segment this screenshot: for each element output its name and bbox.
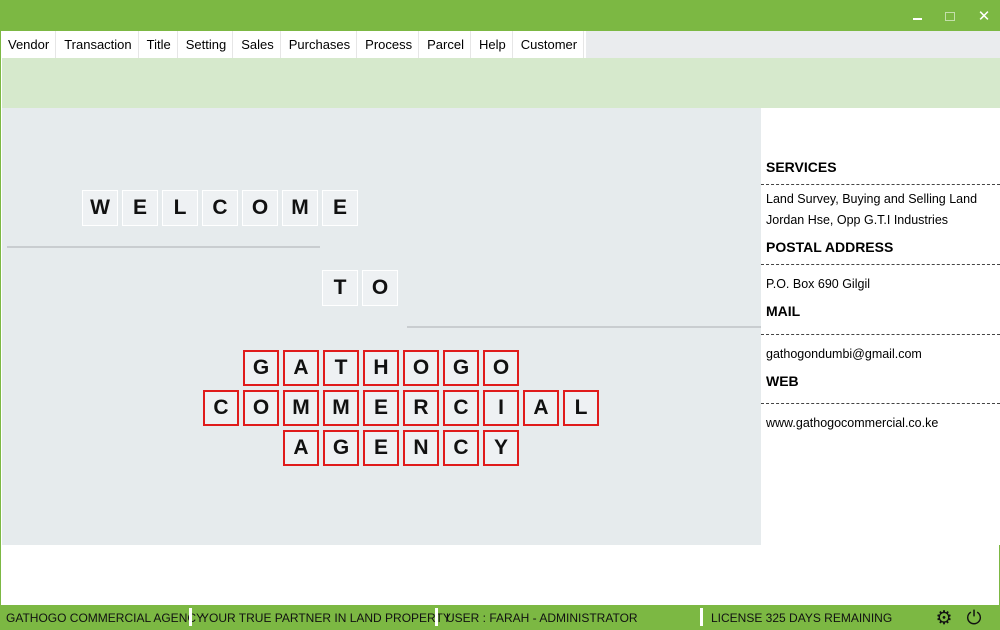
dashed-divider bbox=[761, 184, 1000, 185]
welcome-letter: L bbox=[162, 190, 198, 226]
services-text: Land Survey, Buying and Selling Land bbox=[766, 192, 978, 206]
company-letter: C bbox=[443, 430, 479, 466]
info-panel: SERVICES Land Survey, Buying and Selling… bbox=[761, 108, 1000, 545]
company-letter: A bbox=[283, 350, 319, 386]
postal-address: P.O. Box 690 Gilgil bbox=[766, 277, 870, 291]
divider-line bbox=[7, 246, 320, 248]
company-letter: E bbox=[363, 390, 399, 426]
company-letter: Y bbox=[483, 430, 519, 466]
menu-process[interactable]: Process bbox=[359, 31, 420, 58]
company-letter: N bbox=[403, 430, 439, 466]
welcome-letter: O bbox=[242, 190, 278, 226]
web-heading: WEB bbox=[766, 373, 799, 389]
to-letter: O bbox=[362, 270, 398, 306]
mail-heading: MAIL bbox=[766, 303, 801, 319]
maximize-button[interactable] bbox=[933, 1, 967, 31]
services-heading: SERVICES bbox=[766, 159, 837, 175]
welcome-letter: C bbox=[202, 190, 238, 226]
status-separator bbox=[189, 608, 192, 626]
company-letter: T bbox=[323, 350, 359, 386]
company-letter: M bbox=[283, 390, 319, 426]
maximize-icon bbox=[945, 11, 955, 21]
welcome-letter: E bbox=[122, 190, 158, 226]
status-user: USER : FARAH - ADMINISTRATOR bbox=[446, 611, 638, 625]
status-bar: GATHOGO COMMERCIAL AGENCY YOUR TRUE PART… bbox=[1, 605, 1000, 630]
postal-heading: POSTAL ADDRESS bbox=[766, 239, 894, 255]
close-button[interactable]: ✕ bbox=[967, 1, 1000, 31]
dashed-divider bbox=[761, 334, 1000, 335]
company-letter: M bbox=[323, 390, 359, 426]
company-letter: O bbox=[403, 350, 439, 386]
company-letter: O bbox=[483, 350, 519, 386]
welcome-letter: M bbox=[282, 190, 318, 226]
menu-transaction[interactable]: Transaction bbox=[58, 31, 139, 58]
menu-bar: Vendor Transaction Title Setting Sales P… bbox=[2, 31, 1000, 58]
menu-bar-filler bbox=[586, 31, 1000, 58]
mail-address: gathogondumbi@gmail.com bbox=[766, 347, 922, 361]
menu-vendor[interactable]: Vendor bbox=[2, 31, 57, 58]
minimize-icon bbox=[912, 18, 922, 20]
menu-purchases[interactable]: Purchases bbox=[282, 31, 358, 58]
menu-sales[interactable]: Sales bbox=[235, 31, 281, 58]
status-company: GATHOGO COMMERCIAL AGENCY bbox=[6, 611, 205, 625]
menu-customer[interactable]: Customer bbox=[514, 31, 585, 58]
company-letter: E bbox=[363, 430, 399, 466]
header-band bbox=[2, 58, 1000, 108]
company-letter: A bbox=[523, 390, 559, 426]
app-window: ✕ Vendor Transaction Title Setting Sales… bbox=[0, 0, 1000, 630]
title-bar: ✕ bbox=[1, 1, 1000, 31]
welcome-letter: E bbox=[322, 190, 358, 226]
company-letter: G bbox=[323, 430, 359, 466]
status-separator bbox=[700, 608, 703, 626]
welcome-letter: W bbox=[82, 190, 118, 226]
menu-setting[interactable]: Setting bbox=[179, 31, 234, 58]
dashed-divider bbox=[761, 403, 1000, 404]
power-icon[interactable]: ⏻ bbox=[964, 608, 984, 628]
company-letter: R bbox=[403, 390, 439, 426]
status-tagline: YOUR TRUE PARTNER IN LAND PROPERTY bbox=[201, 611, 451, 625]
minimize-button[interactable] bbox=[900, 1, 934, 31]
status-license: LICENSE 325 DAYS REMAINING bbox=[711, 611, 893, 625]
to-letter: T bbox=[322, 270, 358, 306]
status-separator bbox=[435, 608, 438, 626]
close-icon: ✕ bbox=[977, 6, 991, 25]
services-address: Jordan Hse, Opp G.T.I Industries bbox=[766, 213, 949, 227]
company-letter: I bbox=[483, 390, 519, 426]
company-letter: G bbox=[443, 350, 479, 386]
company-letter: L bbox=[563, 390, 599, 426]
settings-gear-icon[interactable]: ⚙ bbox=[934, 608, 954, 628]
company-letter: G bbox=[243, 350, 279, 386]
web-address: www.gathogocommercial.co.ke bbox=[766, 416, 939, 430]
company-letter: O bbox=[243, 390, 279, 426]
company-letter: H bbox=[363, 350, 399, 386]
company-letter: C bbox=[443, 390, 479, 426]
company-letter: A bbox=[283, 430, 319, 466]
menu-title[interactable]: Title bbox=[140, 31, 178, 58]
divider-line bbox=[407, 326, 761, 328]
dashed-divider bbox=[761, 264, 1000, 265]
menu-parcel[interactable]: Parcel bbox=[421, 31, 471, 58]
menu-help[interactable]: Help bbox=[472, 31, 513, 58]
company-letter: C bbox=[203, 390, 239, 426]
